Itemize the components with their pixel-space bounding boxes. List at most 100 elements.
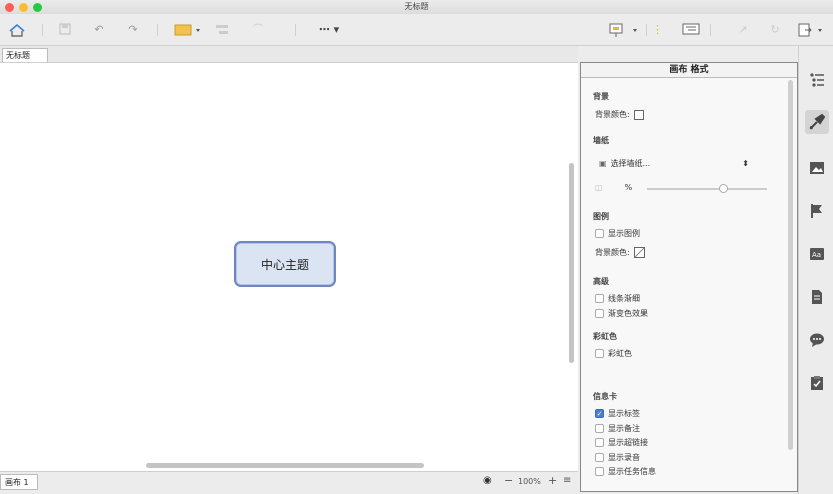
notes-icon[interactable] <box>809 289 825 305</box>
taper-lines-label: 线条渐细 <box>608 294 640 303</box>
percent-symbol: % <box>624 183 633 192</box>
format-panel: 画布 格式 背景 背景颜色: 墙纸 ▣ 选择墙纸... ⬍ ◫ % 图例 显示图… <box>580 62 798 492</box>
comments-icon[interactable] <box>809 332 825 348</box>
export-dropdown[interactable] <box>796 22 826 38</box>
style-icon[interactable]: Aa <box>809 246 825 262</box>
zoom-window-button[interactable] <box>33 3 42 12</box>
undo-icon: ↶ <box>94 23 104 36</box>
folder-icon <box>174 24 200 36</box>
zoom-in-icon[interactable]: + <box>548 474 557 487</box>
canvas-vertical-scrollbar[interactable] <box>569 163 574 363</box>
insert-topic-dropdown[interactable] <box>174 22 204 38</box>
info-card-item-label: 显示任务信息 <box>608 467 656 476</box>
export-icon <box>798 23 822 37</box>
relationship-button[interactable]: ⌒ <box>250 22 266 38</box>
show-legend-checkbox[interactable] <box>595 229 604 238</box>
wallpaper-opacity-slider[interactable] <box>647 184 767 193</box>
subtopic-icon <box>216 25 228 34</box>
presentation-dropdown[interactable] <box>608 22 640 38</box>
wallpaper-select[interactable]: ▣ 选择墙纸... ⬍ <box>599 158 749 169</box>
advanced-heading: 高级 <box>593 277 609 286</box>
legend-color-swatch[interactable] <box>633 247 645 258</box>
gradient-checkbox[interactable] <box>595 309 604 318</box>
show-audio-checkbox[interactable] <box>595 453 604 462</box>
status-bar: 画布 1 ◉ − 100% + ≡ <box>0 471 578 494</box>
background-color-label: 背景颜色: <box>595 110 630 119</box>
show-legend-label: 显示图例 <box>608 229 640 238</box>
canvas-horizontal-scrollbar[interactable] <box>146 463 424 468</box>
share-button[interactable]: ↗ <box>736 22 750 38</box>
show-labels-checkbox[interactable]: ✓ <box>595 409 604 418</box>
fit-button[interactable]: ⋮ <box>652 22 663 38</box>
svg-text:Aa: Aa <box>812 251 821 259</box>
more-icon: ⋯ ▾ <box>318 23 340 36</box>
link-icon: ↻ <box>770 23 780 36</box>
info-card-item[interactable]: 显示任务信息 <box>595 466 656 477</box>
link-button[interactable]: ↻ <box>768 22 782 38</box>
legend-color-label: 背景颜色: <box>595 248 630 257</box>
info-card-item[interactable]: ✓ 显示标签 <box>595 408 640 419</box>
rainbow-heading: 彩虹色 <box>593 332 617 341</box>
minimize-window-button[interactable] <box>19 3 28 12</box>
home-icon <box>9 23 25 37</box>
marker-flag-icon[interactable] <box>809 203 825 219</box>
show-notes-checkbox[interactable] <box>595 424 604 433</box>
app-window: 无标题 ↶ ↷ ⌒ ⋯ ▾ ⋮ ↗ ↻ 无标题 中心主题 画布 1 ◉ − 10… <box>0 0 833 494</box>
info-card-item-label: 显示标签 <box>608 409 640 418</box>
show-hyperlinks-checkbox[interactable] <box>595 438 604 447</box>
undo-button[interactable]: ↶ <box>92 22 106 38</box>
right-sidebar: Aa <box>798 46 833 494</box>
redo-icon: ↷ <box>128 23 138 36</box>
wallpaper-heading: 墙纸 <box>593 136 609 145</box>
rainbow-label: 彩虹色 <box>608 349 632 358</box>
document-tab[interactable]: 无标题 <box>2 48 48 62</box>
more-dropdown[interactable]: ⋯ ▾ <box>314 22 344 38</box>
wallpaper-select-label: 选择墙纸... <box>610 159 651 168</box>
info-card-item-label: 显示超链接 <box>608 438 648 447</box>
panel-scrollbar[interactable] <box>788 80 793 450</box>
rainbow-row[interactable]: 彩虹色 <box>595 348 632 359</box>
select-arrows-icon: ⬍ <box>742 159 749 168</box>
relationship-icon: ⌒ <box>252 23 264 36</box>
title-bar: 无标题 <box>0 0 833 14</box>
info-card-item[interactable]: 显示备注 <box>595 423 640 434</box>
background-color-row: 背景颜色: <box>595 109 644 120</box>
save-button[interactable] <box>58 22 74 38</box>
sheet-tab[interactable]: 画布 1 <box>0 474 38 490</box>
eye-icon[interactable]: ◉ <box>483 475 492 486</box>
home-button[interactable] <box>8 22 26 38</box>
task-icon[interactable] <box>809 375 825 391</box>
taper-lines-checkbox[interactable] <box>595 294 604 303</box>
close-window-button[interactable] <box>5 3 14 12</box>
outline-view-button[interactable] <box>682 22 700 38</box>
document-tab-bar: 无标题 <box>0 46 578 62</box>
legend-heading: 图例 <box>593 212 609 221</box>
slider-knob[interactable] <box>719 184 728 193</box>
mind-map-canvas[interactable]: 中心主题 <box>0 62 578 471</box>
list-toggle-icon[interactable]: ≡ <box>563 475 571 486</box>
save-icon <box>59 23 71 35</box>
show-legend-row[interactable]: 显示图例 <box>595 228 640 239</box>
rainbow-checkbox[interactable] <box>595 349 604 358</box>
redo-button[interactable]: ↷ <box>126 22 140 38</box>
taper-lines-row[interactable]: 线条渐细 <box>595 293 640 304</box>
central-topic[interactable]: 中心主题 <box>234 241 336 287</box>
outline-icon[interactable] <box>809 72 825 88</box>
legend-color-row: 背景颜色: <box>595 247 645 258</box>
outline-view-icon <box>682 23 700 35</box>
subtopic-button[interactable] <box>214 22 230 38</box>
info-card-item-label: 显示录音 <box>608 453 640 462</box>
presentation-icon <box>609 23 637 37</box>
opacity-icon: ◫ <box>595 183 603 192</box>
info-card-item[interactable]: 显示超链接 <box>595 437 648 448</box>
info-card-item[interactable]: 显示录音 <box>595 452 640 463</box>
zoom-out-icon[interactable]: − <box>504 474 513 487</box>
image-icon[interactable] <box>809 160 825 176</box>
toolbar: ↶ ↷ ⌒ ⋯ ▾ ⋮ ↗ ↻ <box>0 14 833 46</box>
gradient-row[interactable]: 渐变色效果 <box>595 308 648 319</box>
format-brush-icon[interactable] <box>805 110 829 134</box>
show-task-info-checkbox[interactable] <box>595 467 604 476</box>
zoom-level: 100% <box>518 477 541 486</box>
wallpaper-opacity-row: ◫ % <box>595 183 632 192</box>
background-color-swatch[interactable] <box>633 109 644 120</box>
